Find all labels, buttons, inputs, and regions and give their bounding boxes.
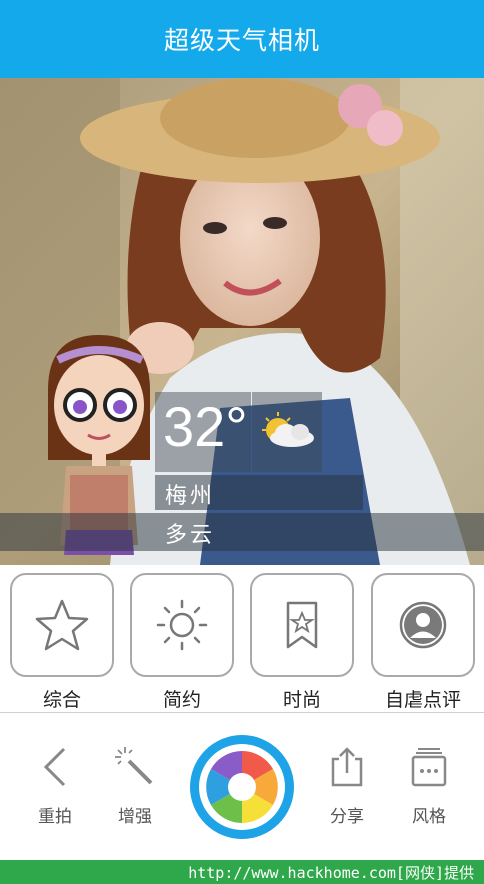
mode-label: 时尚 (282, 689, 321, 711)
bookmark-star-icon (286, 601, 318, 649)
temperature-box: 32° (155, 392, 251, 472)
mode-roast-button[interactable] (371, 573, 475, 677)
person-icon (399, 601, 447, 649)
share-button[interactable]: 分享 (312, 742, 382, 832)
city-name: 梅州 (165, 484, 216, 509)
mode-label: 自虐点评 (384, 689, 461, 711)
city-box: 梅州 (155, 475, 363, 510)
mode-label: 综合 (42, 689, 81, 711)
mode-simple-button[interactable] (130, 573, 234, 677)
app-title: 超级天气相机 (163, 26, 320, 55)
star-icon (35, 599, 89, 651)
partly-cloudy-icon (262, 412, 314, 447)
share-icon (331, 747, 363, 787)
magic-wand-icon (115, 747, 153, 785)
shutter-button[interactable] (190, 735, 294, 839)
watermark-footer: http://www.hackhome.com[网侠]提供 (0, 860, 484, 884)
condition-box: 多云 (0, 513, 484, 551)
mode-selector: 综合 简约 时尚 自虐点评 (0, 565, 484, 713)
photo-preview[interactable]: 32° 梅州 多云 (0, 78, 484, 565)
weather-icon-box (252, 392, 322, 472)
weather-condition: 多云 (165, 523, 216, 548)
enhance-button[interactable]: 增强 (100, 742, 170, 832)
enhance-label: 增强 (118, 807, 152, 827)
style-layers-icon (411, 748, 447, 787)
app-screen: 超级天气相机 32° 梅州 多云 综合 简约 时尚 自虐点评 重拍 增强 分享 … (0, 0, 484, 860)
retake-label: 重拍 (38, 807, 72, 827)
title-bar: 超级天气相机 (0, 0, 484, 78)
watermark-text: http://www.hackhome.com[网侠]提供 (188, 864, 474, 882)
camera-aperture-icon (204, 749, 280, 825)
chevron-left-icon (43, 747, 66, 787)
sun-icon (156, 599, 208, 651)
mode-fashion-button[interactable] (250, 573, 354, 677)
style-label: 风格 (412, 807, 446, 827)
mode-label: 简约 (162, 689, 201, 711)
mode-fashion[interactable]: 时尚 (250, 573, 354, 711)
mode-comprehensive[interactable]: 综合 (10, 573, 114, 711)
style-button[interactable]: 风格 (394, 742, 464, 832)
retake-button[interactable]: 重拍 (20, 742, 90, 832)
mode-simple[interactable]: 简约 (130, 573, 234, 711)
mode-comprehensive-button[interactable] (10, 573, 114, 677)
mode-roast[interactable]: 自虐点评 (371, 573, 475, 711)
temperature: 32° (163, 395, 248, 458)
share-label: 分享 (330, 807, 364, 827)
